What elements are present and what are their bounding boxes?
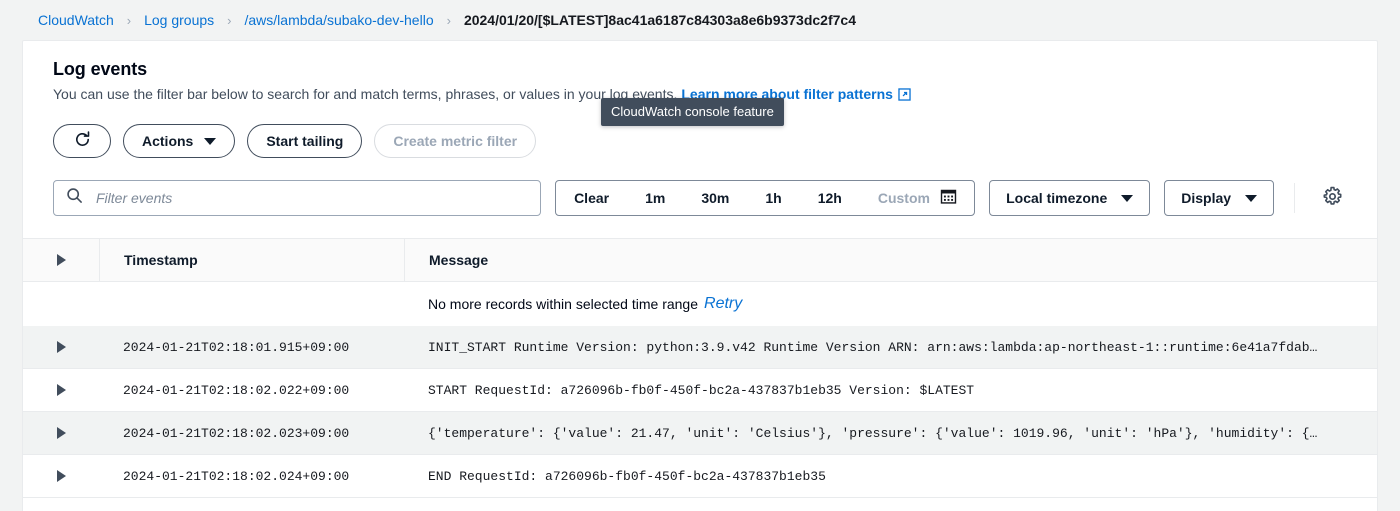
timestamp-value: 2024-01-21T02:18:02.023+09:00 [123, 425, 350, 441]
column-header-message-label: Message [429, 252, 489, 268]
expand-all-cell [23, 254, 99, 266]
expand-row-cell [23, 470, 99, 482]
timestamp-cell-placeholder [99, 282, 404, 326]
settings-button[interactable] [1315, 181, 1349, 215]
toolbar-divider [1294, 183, 1296, 213]
create-metric-filter-label: Create metric filter [393, 133, 518, 149]
calendar-icon [940, 188, 957, 208]
table-row[interactable]: 2024-01-21T02:18:01.915+09:00 INIT_START… [23, 326, 1377, 369]
expand-row-cell [23, 341, 99, 353]
table-row[interactable]: 2024-01-21T02:18:02.022+09:00 START Requ… [23, 369, 1377, 412]
chevron-down-icon [1245, 194, 1258, 202]
search-icon [66, 187, 83, 209]
message-cell: END RequestId: a726096b-fb0f-450f-bc2a-4… [404, 455, 1377, 497]
table-row[interactable]: 2024-01-21T02:18:02.024+09:00 END Reques… [23, 455, 1377, 498]
display-dropdown[interactable]: Display [1164, 180, 1275, 216]
retry-link[interactable]: Retry [704, 295, 742, 313]
no-more-records-message: No more records within selected time ran… [404, 282, 1377, 326]
timestamp-value: 2024-01-21T02:18:02.024+09:00 [123, 468, 350, 484]
table-header-row: Timestamp Message [23, 238, 1377, 282]
page-title: Log events [53, 59, 148, 79]
filter-bar: Clear 1m 30m 1h 12h Custom [23, 158, 1377, 216]
message-cell: INIT_START Runtime Version: python:3.9.v… [404, 326, 1377, 368]
breadcrumb-item-log-stream: 2024/01/20/[$LATEST]8ac41a6187c84303a8e6… [463, 12, 856, 28]
time-range-custom[interactable]: Custom [860, 181, 974, 215]
timestamp-value: 2024-01-21T02:18:01.915+09:00 [123, 339, 350, 355]
expand-row-icon[interactable] [56, 384, 66, 396]
expand-row-cell [23, 427, 99, 439]
timestamp-cell: 2024-01-21T02:18:01.915+09:00 [99, 326, 404, 368]
chevron-down-icon [1121, 194, 1134, 202]
breadcrumb-separator-icon: › [446, 12, 451, 28]
breadcrumb-item-log-group[interactable]: /aws/lambda/subako-dev-hello [245, 12, 434, 28]
expand-row-icon[interactable] [56, 341, 66, 353]
time-range-30m[interactable]: 30m [683, 181, 747, 215]
log-events-panel: Log events You can use the filter bar be… [22, 40, 1378, 511]
breadcrumb-item-log-groups[interactable]: Log groups [144, 12, 214, 28]
filter-events-search-box[interactable] [53, 180, 542, 216]
time-range-segmented-control: Clear 1m 30m 1h 12h Custom [555, 180, 976, 216]
time-range-1h[interactable]: 1h [747, 181, 799, 215]
gear-icon [1322, 186, 1343, 210]
message-value: START RequestId: a726096b-fb0f-450f-bc2a… [428, 382, 975, 398]
refresh-button[interactable] [53, 124, 111, 158]
expand-row-icon[interactable] [56, 427, 66, 439]
expand-row-icon[interactable] [56, 470, 66, 482]
expand-row-cell [23, 384, 99, 396]
start-tailing-button[interactable]: Start tailing [247, 124, 363, 158]
message-value: END RequestId: a726096b-fb0f-450f-bc2a-4… [428, 468, 826, 484]
expand-all-icon[interactable] [56, 254, 66, 266]
tooltip: CloudWatch console feature [601, 98, 784, 126]
message-value: {'temperature': {'value': 21.47, 'unit':… [428, 425, 1318, 441]
message-cell: START RequestId: a726096b-fb0f-450f-bc2a… [404, 369, 1377, 411]
search-input[interactable] [94, 189, 529, 207]
create-metric-filter-button[interactable]: Create metric filter [374, 124, 537, 158]
breadcrumb: CloudWatch › Log groups › /aws/lambda/su… [0, 0, 856, 40]
external-link-icon [898, 86, 911, 106]
message-value: INIT_START Runtime Version: python:3.9.v… [428, 339, 1318, 355]
table-row[interactable]: 2024-01-21T02:18:02.023+09:00 {'temperat… [23, 412, 1377, 455]
actions-button[interactable]: Actions [123, 124, 236, 158]
start-tailing-label: Start tailing [266, 133, 344, 149]
time-range-1m[interactable]: 1m [627, 181, 683, 215]
timestamp-cell: 2024-01-21T02:18:02.022+09:00 [99, 369, 404, 411]
panel-description-text: You can use the filter bar below to sear… [53, 86, 678, 102]
panel-header: Log events You can use the filter bar be… [23, 41, 1377, 106]
time-range-12h[interactable]: 12h [800, 181, 860, 215]
timezone-label: Local timezone [1006, 190, 1108, 206]
timestamp-value: 2024-01-21T02:18:02.022+09:00 [123, 382, 350, 398]
actions-label: Actions [142, 133, 194, 149]
message-cell: {'temperature': {'value': 21.47, 'unit':… [404, 412, 1377, 454]
timestamp-cell: 2024-01-21T02:18:02.023+09:00 [99, 412, 404, 454]
no-more-records-text: No more records within selected time ran… [428, 296, 699, 312]
breadcrumb-separator-icon: › [227, 12, 232, 28]
timestamp-cell: 2024-01-21T02:18:02.024+09:00 [99, 455, 404, 497]
time-range-custom-label: Custom [877, 190, 930, 206]
column-header-message[interactable]: Message [404, 239, 1377, 281]
log-events-table: Timestamp Message No more records within… [23, 238, 1377, 498]
time-range-clear[interactable]: Clear [556, 181, 627, 215]
breadcrumb-separator-icon: › [126, 12, 132, 28]
column-header-timestamp-label: Timestamp [124, 252, 198, 268]
timezone-dropdown[interactable]: Local timezone [989, 180, 1151, 216]
no-more-records-row: No more records within selected time ran… [23, 282, 1377, 326]
display-label: Display [1181, 190, 1232, 206]
breadcrumb-item-cloudwatch[interactable]: CloudWatch [38, 12, 114, 28]
chevron-down-icon [204, 137, 217, 145]
refresh-icon [73, 130, 92, 152]
column-header-timestamp[interactable]: Timestamp [99, 239, 404, 281]
